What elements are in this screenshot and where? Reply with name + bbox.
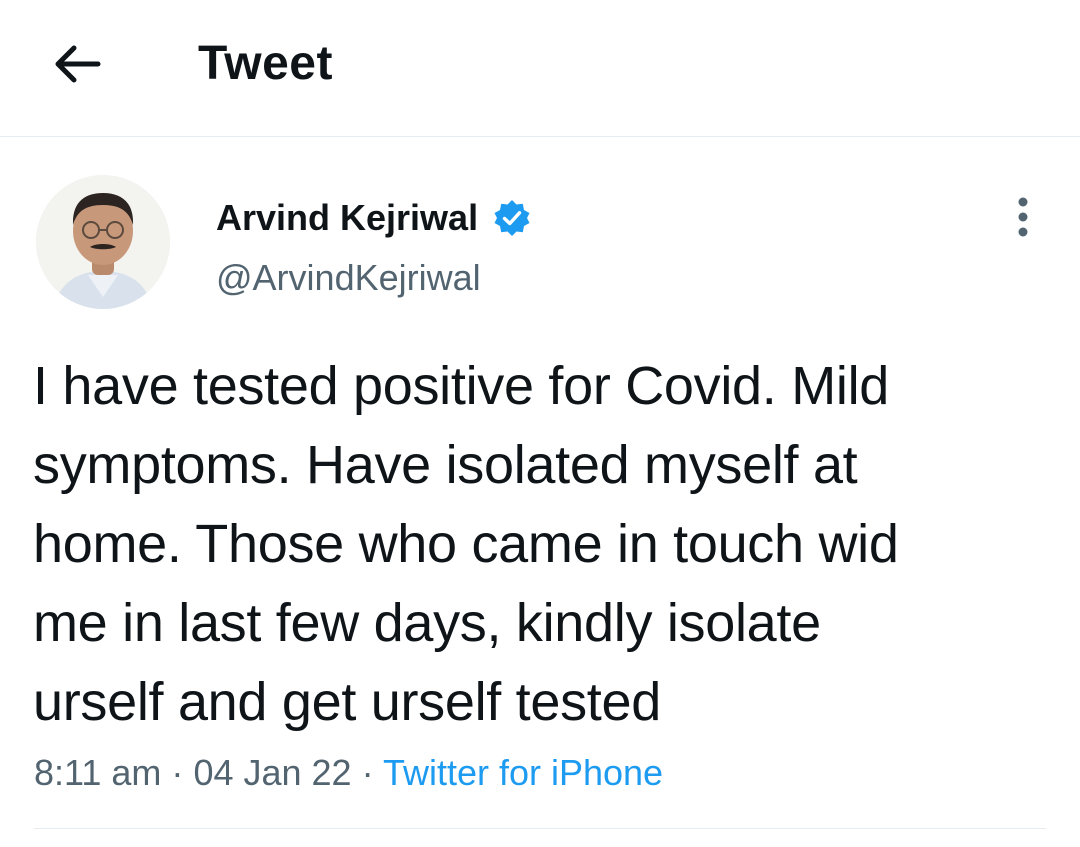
- tweet-text-line: me in last few days, kindly isolate: [33, 593, 821, 653]
- author-name-row[interactable]: Arvind Kejriwal: [216, 192, 532, 244]
- verified-badge-icon: [494, 200, 530, 236]
- tweet-source-link[interactable]: Twitter for iPhone: [383, 752, 663, 793]
- meta-separator: ·: [171, 752, 184, 793]
- arrow-left-icon: [55, 45, 101, 83]
- tweet-text-line: I have tested positive for Covid. Mild: [33, 356, 890, 416]
- tweet-time[interactable]: 8:11 am: [34, 752, 161, 793]
- top-bar: Tweet: [0, 0, 1080, 137]
- tweet-text-line: home. Those who came in touch wid: [33, 514, 899, 574]
- tweet-date[interactable]: 04 Jan 22: [193, 752, 351, 793]
- divider: [34, 828, 1046, 829]
- tweet-meta: 8:11 am · 04 Jan 22 · Twitter for iPhone: [34, 750, 663, 796]
- tweet-text: I have tested positive for Covid. Mild s…: [33, 347, 1043, 742]
- back-button[interactable]: [40, 26, 112, 98]
- avatar[interactable]: [36, 175, 170, 309]
- more-options-button[interactable]: [1000, 192, 1046, 242]
- more-vertical-icon: [1018, 197, 1028, 237]
- tweet-text-line: symptoms. Have isolated myself at: [33, 435, 858, 495]
- author-name[interactable]: Arvind Kejriwal: [216, 192, 478, 244]
- tweet-text-line: urself and get urself tested: [33, 672, 661, 732]
- meta-separator: ·: [361, 752, 374, 793]
- profile-photo: [36, 175, 170, 309]
- author-handle[interactable]: @ArvindKejriwal: [216, 254, 481, 302]
- page-title: Tweet: [198, 37, 333, 90]
